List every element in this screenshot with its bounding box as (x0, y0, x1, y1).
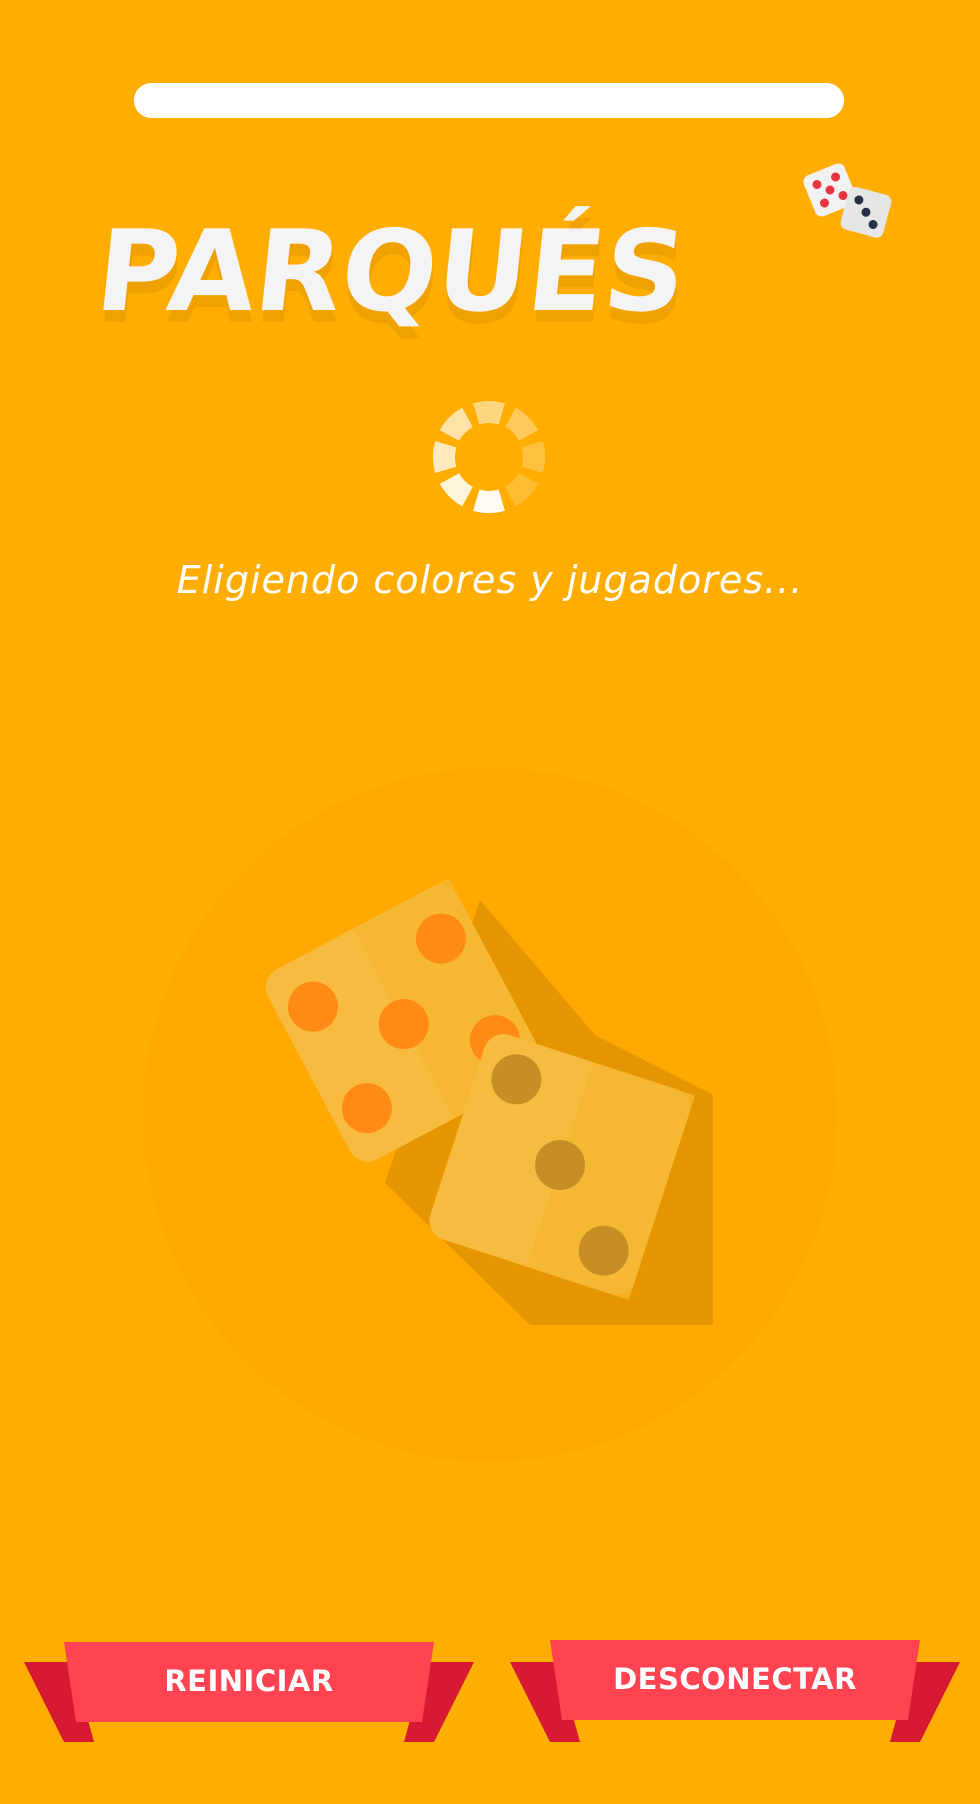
spinner-segment (439, 407, 473, 441)
dice-icon (803, 163, 892, 238)
loading-progress-fill (134, 83, 844, 118)
dice-illustration (140, 765, 840, 1465)
spinner-segment (439, 473, 473, 507)
spinner-segment (505, 407, 539, 441)
spinner-segment (433, 441, 457, 473)
restart-button-label: REINICIAR (164, 1664, 334, 1698)
disconnect-button-label: DESCONECTAR (613, 1662, 857, 1696)
spinner-segment (473, 401, 505, 425)
loading-spinner-icon (432, 400, 546, 514)
app-title: PARQUÉS (90, 205, 692, 337)
restart-button[interactable]: REINICIAR (24, 1638, 474, 1746)
disconnect-button[interactable]: DESCONECTAR (510, 1638, 960, 1746)
spinner-segment (521, 441, 545, 473)
loading-progress-bar (134, 83, 844, 118)
app-logo: PARQUÉS PARQUÉS (70, 150, 910, 360)
spinner-segment (505, 473, 539, 507)
spinner-segment (473, 489, 505, 513)
loading-message: Eligiendo colores y jugadores... (176, 558, 804, 602)
